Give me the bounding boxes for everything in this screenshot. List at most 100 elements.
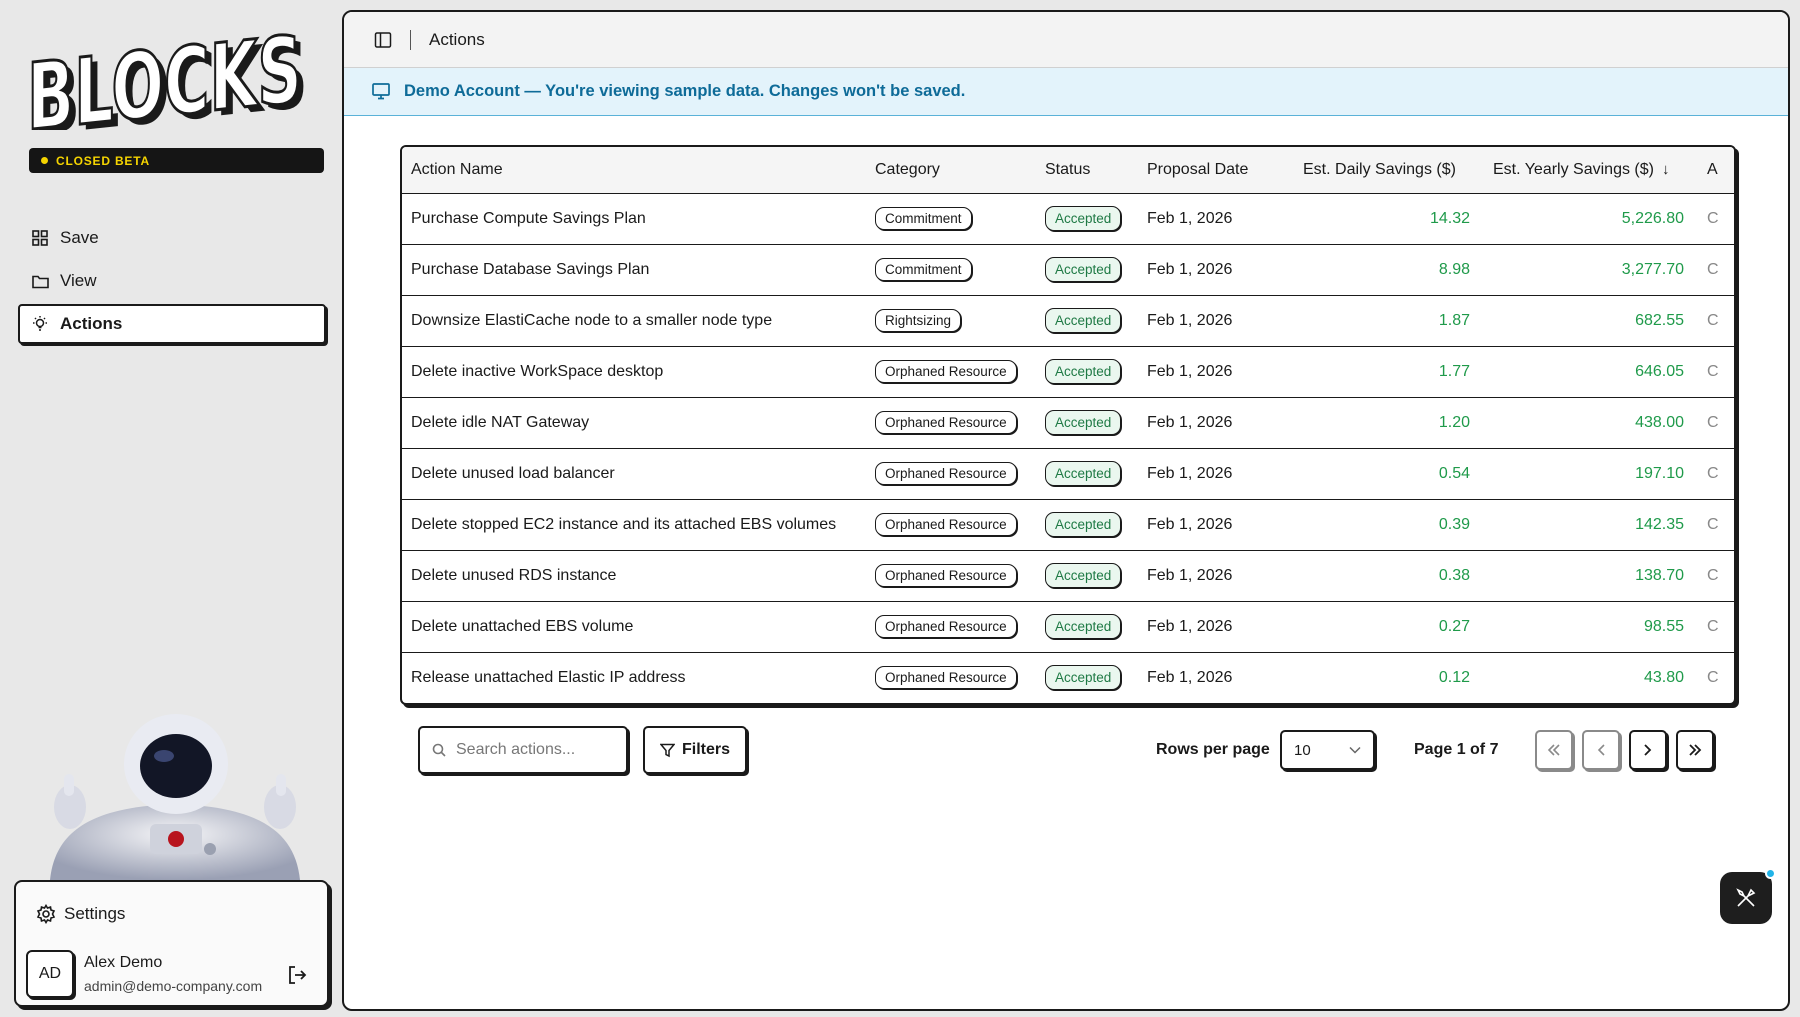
column-header-status[interactable]: Status bbox=[1036, 147, 1138, 194]
column-header-action-name[interactable]: Action Name bbox=[402, 147, 866, 194]
yearly-savings-cell: 138.70 bbox=[1484, 550, 1698, 602]
sidebar-item-view[interactable]: View bbox=[18, 261, 326, 301]
previous-page-button[interactable] bbox=[1582, 730, 1620, 770]
rows-per-page-select[interactable]: 10 bbox=[1280, 730, 1375, 770]
category-cell: Orphaned Resource bbox=[866, 652, 1036, 703]
status-cell: Accepted bbox=[1036, 601, 1138, 653]
status-cell: Accepted bbox=[1036, 397, 1138, 449]
page-info: Page 1 of 7 bbox=[1414, 741, 1499, 758]
category-cell: Orphaned Resource bbox=[866, 448, 1036, 500]
sort-descending-icon[interactable]: ↓ bbox=[1662, 161, 1670, 178]
closed-beta-badge: CLOSED BETA bbox=[29, 148, 324, 173]
logout-icon[interactable] bbox=[286, 964, 308, 991]
status-cell: Accepted bbox=[1036, 652, 1138, 703]
search-box[interactable] bbox=[418, 726, 628, 774]
daily-savings-cell: 0.38 bbox=[1294, 550, 1484, 602]
status-badge: Accepted bbox=[1045, 206, 1122, 231]
demo-banner: Demo Account — You're viewing sample dat… bbox=[344, 68, 1788, 116]
chevron-left-icon bbox=[1597, 744, 1605, 756]
status-cell: Accepted bbox=[1036, 550, 1138, 602]
table-row[interactable]: Delete stopped EC2 instance and its atta… bbox=[402, 499, 1734, 551]
user-name: Alex Demo bbox=[84, 954, 163, 971]
table-row[interactable]: Delete unused load balancer Orphaned Reso… bbox=[402, 448, 1734, 500]
filter-icon bbox=[659, 743, 675, 758]
category-badge: Rightsizing bbox=[875, 309, 962, 332]
filters-button[interactable]: Filters bbox=[643, 726, 747, 774]
user-card: Settings AD Alex Demo admin@demo-company… bbox=[14, 880, 329, 1007]
next-page-button[interactable] bbox=[1629, 730, 1667, 770]
truncated-cell: C bbox=[1698, 295, 1734, 347]
search-input[interactable] bbox=[456, 741, 616, 759]
lightbulb-icon bbox=[31, 315, 49, 333]
status-badge: Accepted bbox=[1045, 461, 1122, 486]
status-cell: Accepted bbox=[1036, 499, 1138, 551]
proposal-date-cell: Feb 1, 2026 bbox=[1138, 397, 1294, 449]
status-cell: Accepted bbox=[1036, 193, 1138, 245]
column-header-yearly-savings[interactable]: Est. Yearly Savings ($) ↓ bbox=[1484, 147, 1698, 194]
proposal-date-cell: Feb 1, 2026 bbox=[1138, 550, 1294, 602]
sidebar-item-label: View bbox=[60, 271, 97, 290]
table-row[interactable]: Delete inactive WorkSpace desktop Orphane… bbox=[402, 346, 1734, 398]
truncated-cell: C bbox=[1707, 668, 1719, 686]
truncated-cell: C bbox=[1698, 448, 1734, 500]
proposal-date-cell: Feb 1, 2026 bbox=[1147, 668, 1233, 686]
column-header-daily-savings[interactable]: Est. Daily Savings ($) bbox=[1294, 147, 1484, 194]
sidebar-item-actions[interactable]: Actions bbox=[18, 304, 326, 344]
table-row[interactable]: Purchase Compute Savings Plan Commitment A… bbox=[402, 193, 1734, 245]
proposal-date-cell: Feb 1, 2026 bbox=[1138, 346, 1294, 398]
actions-table: Action Name Category Status Proposal Dat… bbox=[400, 145, 1736, 705]
filters-label: Filters bbox=[681, 741, 730, 758]
daily-savings-cell: 1.77 bbox=[1294, 346, 1484, 398]
column-header-category[interactable]: Category bbox=[866, 147, 1036, 194]
status-badge: Accepted bbox=[1045, 410, 1122, 435]
table-row[interactable]: Delete unattached EBS volume Orphaned Res… bbox=[402, 601, 1734, 653]
sidebar-toggle-icon[interactable] bbox=[374, 31, 392, 49]
table-row[interactable]: Release unattached Elastic IP address Orp… bbox=[402, 652, 1734, 703]
action-name-cell: Purchase Database Savings Plan bbox=[402, 244, 866, 296]
category-cell: Commitment bbox=[866, 244, 1036, 296]
table-row[interactable]: Delete idle NAT Gateway Orphaned Resource… bbox=[402, 397, 1734, 449]
beta-label: CLOSED BETA bbox=[56, 153, 150, 168]
tools-fab-button[interactable] bbox=[1720, 868, 1776, 924]
daily-savings-cell: 0.54 bbox=[1294, 448, 1484, 500]
status-cell: Accepted bbox=[1036, 448, 1138, 500]
category-badge: Orphaned Resource bbox=[875, 411, 1017, 434]
truncated-cell: C bbox=[1698, 244, 1734, 296]
category-cell: Orphaned Resource bbox=[866, 397, 1036, 449]
column-header-truncated[interactable]: A bbox=[1698, 147, 1734, 194]
blocks-logo[interactable]: BLOCKS BLOCKS bbox=[24, 18, 324, 130]
action-name-cell: Delete unattached EBS volume bbox=[402, 601, 866, 653]
column-header-label: Est. Yearly Savings ($) bbox=[1493, 160, 1654, 178]
category-badge: Orphaned Resource bbox=[875, 564, 1017, 587]
sidebar-item-save[interactable]: Save bbox=[18, 218, 326, 258]
category-cell: Rightsizing bbox=[866, 295, 1036, 347]
status-badge: Accepted bbox=[1045, 563, 1122, 588]
proposal-date-cell: Feb 1, 2026 bbox=[1138, 448, 1294, 500]
last-page-button[interactable] bbox=[1676, 730, 1714, 770]
category-badge: Orphaned Resource bbox=[875, 513, 1017, 536]
action-name-cell: Delete idle NAT Gateway bbox=[402, 397, 866, 449]
category-cell: Orphaned Resource bbox=[866, 550, 1036, 602]
column-header-proposal-date[interactable]: Proposal Date bbox=[1138, 147, 1294, 194]
monitor-icon bbox=[372, 83, 390, 100]
daily-savings-cell: 8.98 bbox=[1294, 244, 1484, 296]
table-header-row: Action Name Category Status Proposal Dat… bbox=[402, 147, 1734, 194]
first-page-button[interactable] bbox=[1535, 730, 1573, 770]
proposal-date-cell: Feb 1, 2026 bbox=[1138, 499, 1294, 551]
category-badge: Commitment bbox=[875, 207, 972, 230]
sidebar-item-label: Save bbox=[60, 228, 99, 247]
action-name-cell: Purchase Compute Savings Plan bbox=[402, 193, 866, 245]
table-row[interactable]: Purchase Database Savings Plan Commitment… bbox=[402, 244, 1734, 296]
daily-savings-cell: 1.20 bbox=[1294, 397, 1484, 449]
table-row[interactable]: Delete unused RDS instance Orphaned Resou… bbox=[402, 550, 1734, 602]
table-row[interactable]: Downsize ElastiCache node to a smaller n… bbox=[402, 295, 1734, 347]
status-badge: Accepted bbox=[1045, 308, 1122, 333]
settings-link[interactable]: Settings bbox=[36, 904, 125, 924]
tools-icon bbox=[1734, 886, 1758, 910]
search-icon bbox=[432, 743, 446, 757]
action-name-cell: Downsize ElastiCache node to a smaller n… bbox=[402, 295, 866, 347]
main-panel: Actions Demo Account — You're viewing sa… bbox=[342, 10, 1790, 1011]
status-badge: Accepted bbox=[1045, 665, 1122, 691]
avatar[interactable]: AD bbox=[26, 950, 74, 998]
grid-icon bbox=[31, 229, 49, 247]
